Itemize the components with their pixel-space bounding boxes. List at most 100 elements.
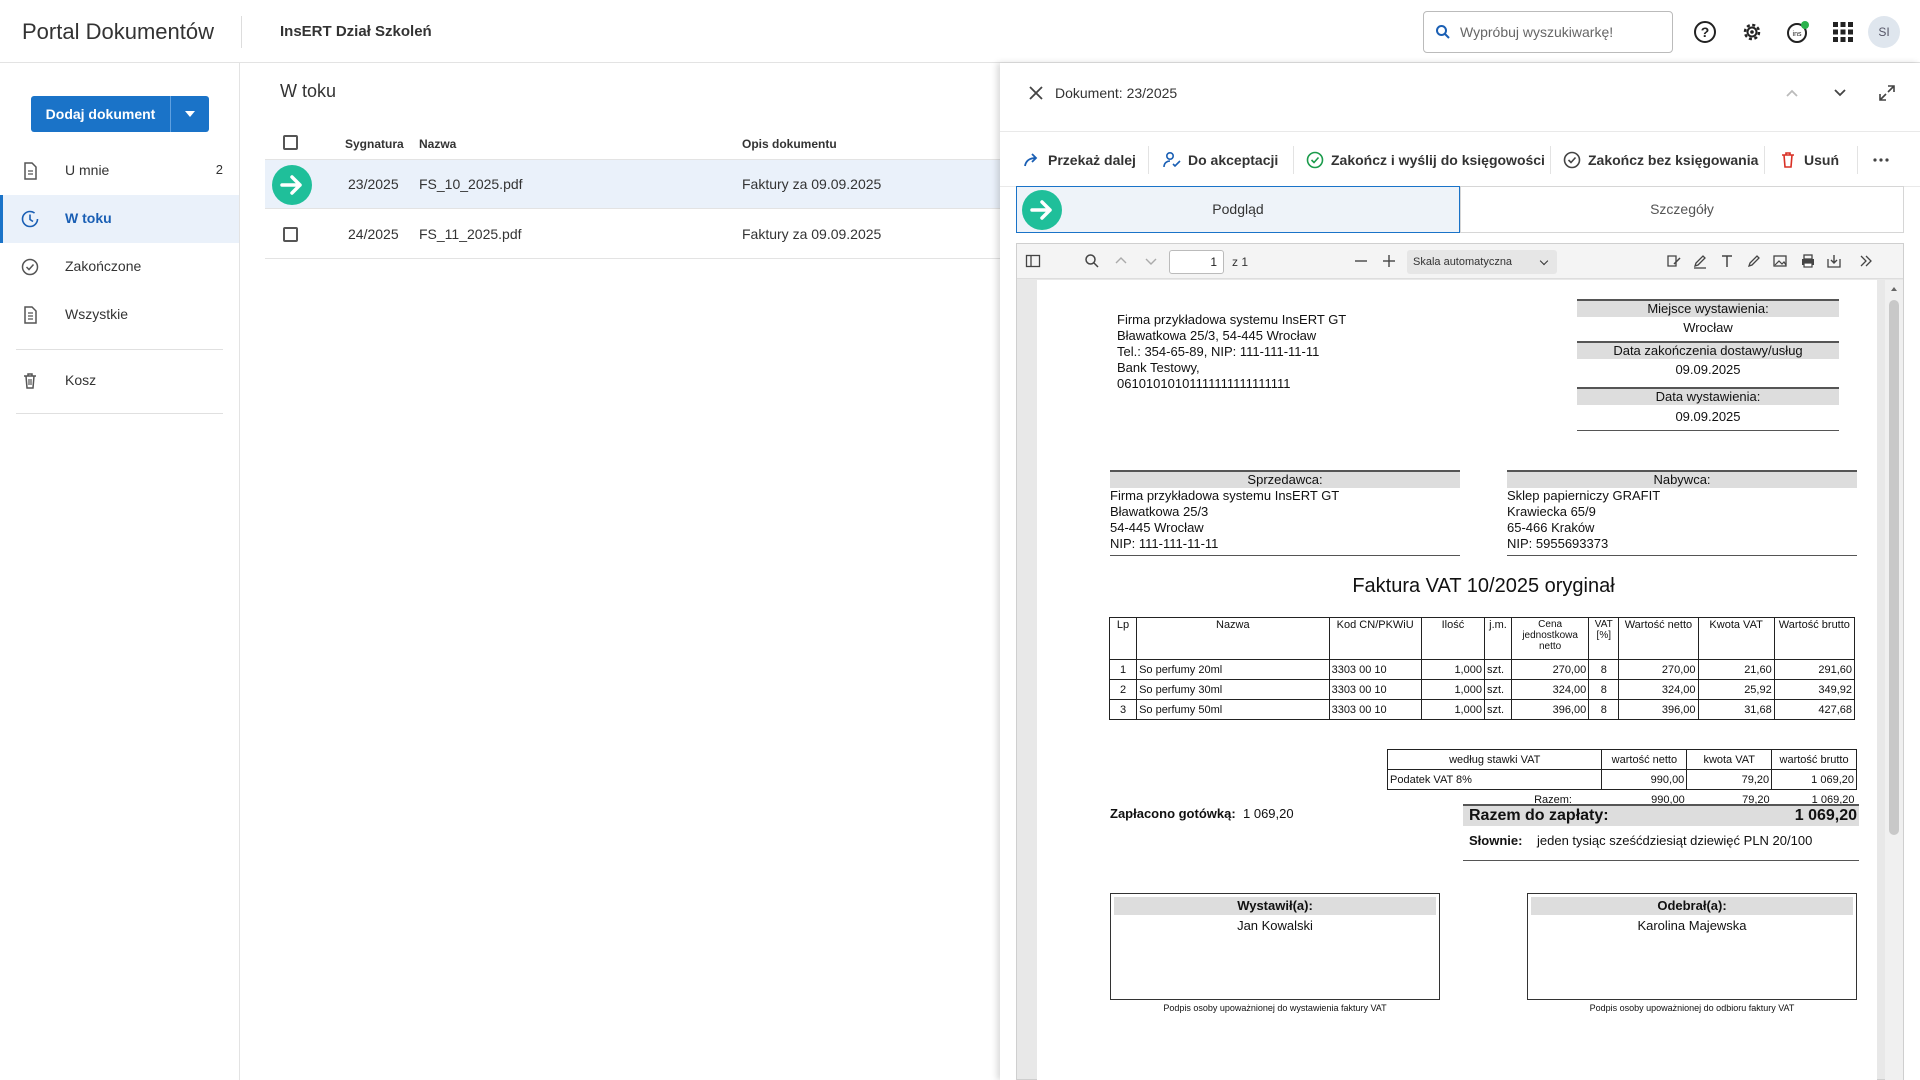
print-icon[interactable] bbox=[1800, 253, 1816, 269]
table-header-row: według stawki VAT wartość netto kwota VA… bbox=[1386, 749, 1857, 770]
sidebar-item-label: Wszystkie bbox=[65, 306, 128, 322]
table-row[interactable]: 23/2025 FS_10_2025.pdf Faktury za 09.09.… bbox=[265, 160, 1000, 209]
seller-header-line: Tel.: 354-65-89, NIP: 111-111-11-11 bbox=[1117, 344, 1320, 359]
forward-button[interactable]: Przekaż dalej bbox=[1022, 150, 1137, 170]
chevron-down-icon[interactable] bbox=[1830, 83, 1850, 103]
words-label: Słownie: bbox=[1469, 833, 1523, 848]
seller-line: 54-445 Wrocław bbox=[1110, 520, 1204, 535]
more-options-icon[interactable] bbox=[1871, 150, 1891, 170]
more-tools-chevron-icon[interactable] bbox=[1858, 253, 1874, 269]
to-accept-button[interactable]: Do akceptacji bbox=[1162, 150, 1282, 170]
cell: 1,000 bbox=[1420, 699, 1485, 720]
pdf-scrollbar[interactable] bbox=[1885, 280, 1903, 1080]
issued-by-caption: Podpis osoby upoważnionej do wystawienia… bbox=[1163, 1003, 1387, 1013]
cell: So perfumy 30ml bbox=[1136, 679, 1330, 700]
seller-line: NIP: 111-111-11-11 bbox=[1110, 536, 1219, 551]
button-label: Przekaż dalej bbox=[1048, 152, 1136, 168]
cell: 21,60 bbox=[1697, 659, 1775, 680]
table-header-row: Lp Nazwa Kod CN/PKWiU Ilość j.m. Cena je… bbox=[1108, 617, 1856, 660]
cell: szt. bbox=[1483, 679, 1513, 700]
user-avatar[interactable]: SI bbox=[1868, 16, 1900, 48]
seller-line: Firma przykładowa systemu InsERT GT bbox=[1110, 488, 1340, 503]
place-label: Miejsce wystawienia: bbox=[1577, 299, 1839, 317]
invoice-items-table: Lp Nazwa Kod CN/PKWiU Ilość j.m. Cena je… bbox=[1108, 617, 1856, 720]
expand-icon[interactable] bbox=[1877, 83, 1897, 103]
cell: 3 bbox=[1108, 699, 1138, 720]
delete-button[interactable]: Usuń bbox=[1778, 150, 1848, 170]
sidebar-item-kosz[interactable]: Kosz bbox=[0, 357, 239, 405]
scroll-up-icon[interactable] bbox=[1889, 284, 1899, 294]
table-row[interactable]: 24/2025 FS_11_2025.pdf Faktury za 09.09.… bbox=[265, 210, 1000, 259]
organization-name[interactable]: InsERT Dział Szkoleń bbox=[280, 23, 432, 40]
divider bbox=[1463, 860, 1859, 861]
app-title[interactable]: Portal Dokumentów bbox=[22, 19, 214, 45]
apps-grid-icon[interactable] bbox=[1830, 19, 1856, 45]
panel-title: Dokument: 23/2025 bbox=[1055, 85, 1178, 101]
highlight-icon[interactable] bbox=[1692, 253, 1708, 269]
column-header: według stawki VAT bbox=[1386, 749, 1603, 770]
zoom-scale-select[interactable]: Skala automatyczna bbox=[1407, 250, 1557, 274]
chevron-up-icon[interactable] bbox=[1782, 83, 1802, 103]
close-icon[interactable] bbox=[1026, 83, 1046, 103]
sidebar-item-label: U mnie bbox=[65, 162, 110, 178]
issued-by-box: Wystawił(a): Jan Kowalski bbox=[1110, 893, 1440, 1000]
column-header-signature[interactable]: Sygnatura bbox=[345, 137, 404, 151]
words-value: jeden tysiąc sześćdziesiąt dziewięć PLN … bbox=[1537, 833, 1813, 848]
column-header-name[interactable]: Nazwa bbox=[419, 137, 456, 151]
settings-gear-icon[interactable] bbox=[1739, 19, 1765, 45]
help-icon[interactable]: ? bbox=[1692, 19, 1718, 45]
column-header: Wartość netto bbox=[1618, 617, 1699, 660]
sidebar-item-count: 2 bbox=[215, 162, 223, 177]
received-by-name: Karolina Majewska bbox=[1637, 918, 1747, 933]
add-document-button[interactable]: Dodaj dokument bbox=[31, 96, 170, 132]
search-icon[interactable] bbox=[1084, 253, 1100, 269]
sidebar-item-zakonczone[interactable]: Zakończone bbox=[0, 243, 239, 291]
buyer-line: Sklep papierniczy GRAFIT bbox=[1507, 488, 1661, 503]
finish-without-posting-button[interactable]: Zakończ bez księgowania bbox=[1562, 150, 1758, 170]
scrollbar-thumb[interactable] bbox=[1889, 300, 1899, 835]
search-box[interactable] bbox=[1423, 11, 1673, 53]
divider bbox=[16, 413, 223, 414]
sidebar-toggle-icon[interactable] bbox=[1025, 253, 1041, 269]
text-tool-icon[interactable] bbox=[1719, 253, 1735, 269]
sidebar-item-w-toku[interactable]: W toku bbox=[0, 195, 239, 243]
edit-document-icon[interactable] bbox=[1666, 253, 1682, 269]
paid-cash-label: Zapłacono gotówką: bbox=[1110, 806, 1236, 821]
arrow-right-circle-icon[interactable] bbox=[272, 165, 312, 205]
select-all-checkbox[interactable] bbox=[283, 135, 298, 150]
draw-icon[interactable] bbox=[1746, 253, 1762, 269]
tab-label: Szczegóły bbox=[1650, 201, 1714, 217]
cell: 427,68 bbox=[1773, 699, 1856, 720]
column-header-description[interactable]: Opis dokumentu bbox=[742, 137, 837, 151]
svg-text:ins: ins bbox=[1793, 31, 1802, 38]
total-label: Razem do zapłaty: bbox=[1469, 807, 1609, 824]
chevron-up-icon[interactable] bbox=[1113, 253, 1129, 269]
sidebar-item-u-mnie[interactable]: U mnie 2 bbox=[0, 147, 239, 195]
cell: szt. bbox=[1483, 699, 1513, 720]
add-document-dropdown-button[interactable] bbox=[170, 96, 209, 132]
row-checkbox[interactable] bbox=[283, 227, 298, 242]
image-icon[interactable] bbox=[1772, 253, 1788, 269]
cell: 1,000 bbox=[1420, 679, 1485, 700]
sidebar-item-wszystkie[interactable]: Wszystkie bbox=[0, 291, 239, 339]
divider bbox=[1577, 430, 1839, 431]
cell: 3303 00 10 bbox=[1328, 659, 1422, 680]
tab-preview[interactable]: Podgląd bbox=[1016, 186, 1460, 233]
finish-and-send-button[interactable]: Zakończ i wyślij do księgowości bbox=[1305, 150, 1545, 170]
vat-summary-table: według stawki VAT wartość netto kwota VA… bbox=[1386, 749, 1857, 810]
sidebar: Dodaj dokument U mnie 2 W toku Zakończon… bbox=[0, 63, 240, 1080]
zoom-in-icon[interactable] bbox=[1381, 253, 1397, 269]
sidebar-item-label: Zakończone bbox=[65, 258, 142, 274]
cell: 990,00 bbox=[1601, 769, 1688, 790]
tab-label: Podgląd bbox=[1212, 201, 1264, 217]
search-input[interactable] bbox=[1460, 12, 1665, 52]
check-circle-icon bbox=[21, 258, 39, 276]
page-number-input[interactable]: 1 bbox=[1169, 250, 1224, 274]
button-label: Zakończ i wyślij do księgowości bbox=[1331, 152, 1545, 168]
chevron-down-icon[interactable] bbox=[1143, 253, 1159, 269]
issue-date-value: 09.09.2025 bbox=[1675, 409, 1741, 424]
download-icon[interactable] bbox=[1826, 253, 1842, 269]
tab-details[interactable]: Szczegóły bbox=[1460, 186, 1904, 233]
insert-app-icon[interactable]: ins bbox=[1785, 19, 1811, 45]
zoom-out-icon[interactable] bbox=[1353, 253, 1369, 269]
